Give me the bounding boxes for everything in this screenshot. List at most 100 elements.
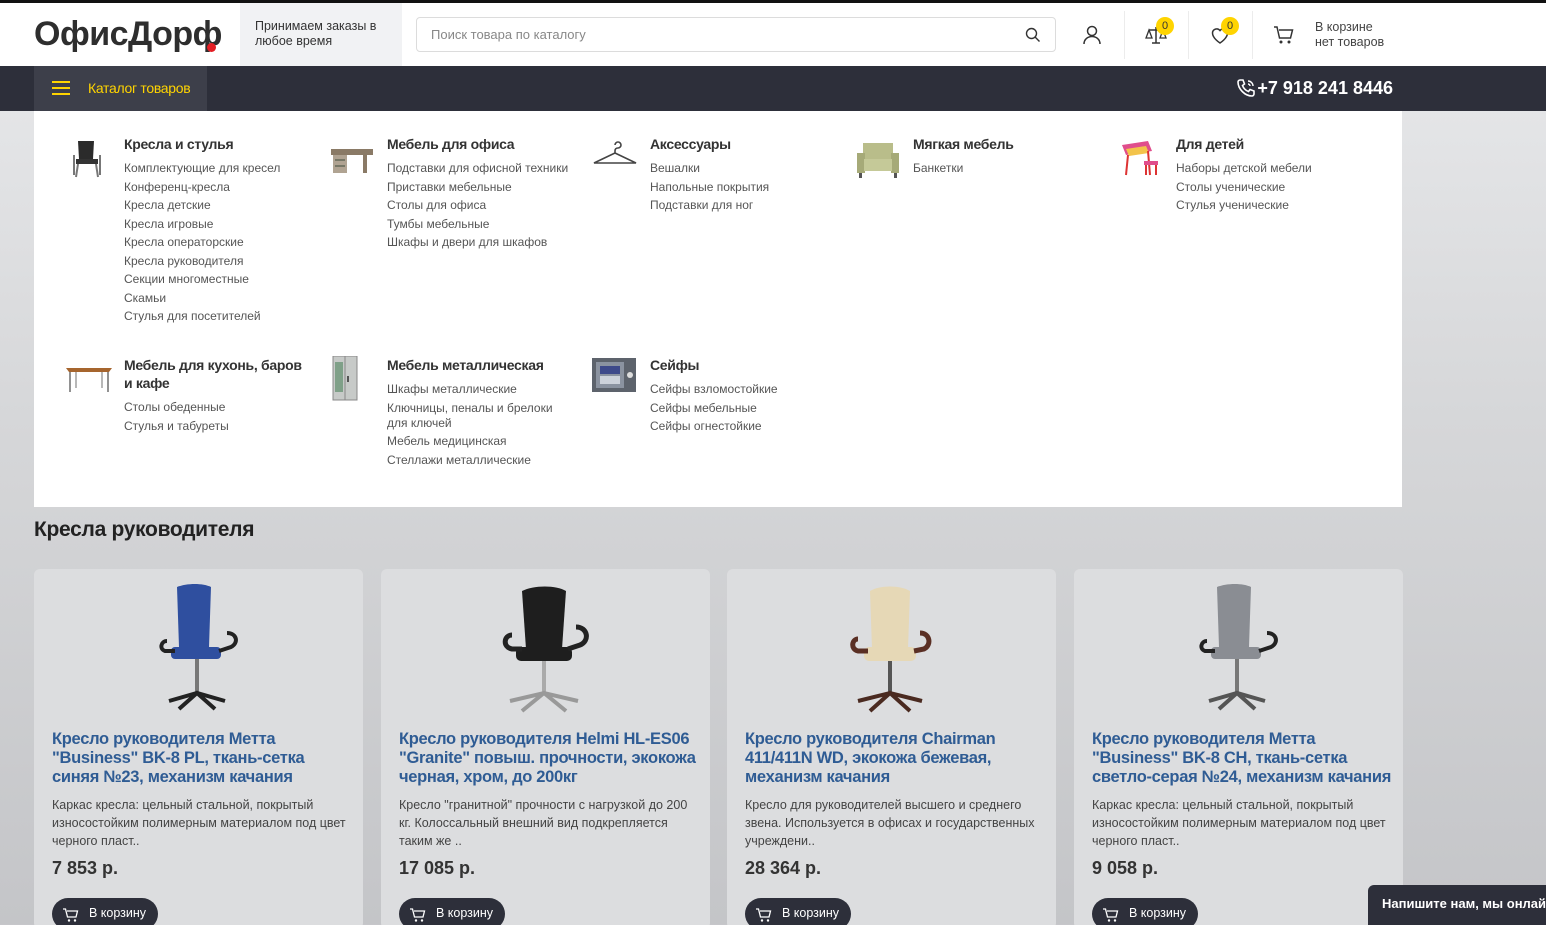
menu-subcategory-link[interactable]: Стулья ученические xyxy=(1176,198,1361,213)
product-image[interactable] xyxy=(1179,583,1299,723)
product-title[interactable]: Кресло руководителя Метта "Business" BK-… xyxy=(52,730,352,787)
site-logo[interactable]: ОфисДорф xyxy=(34,15,222,54)
menu-category-title[interactable]: Мебель металлическая xyxy=(387,356,567,374)
menu-category-title[interactable]: Мебель для офиса xyxy=(387,135,567,153)
menu-subcategory-link[interactable]: Подставки для ног xyxy=(650,198,835,213)
menu-subcategory-link[interactable]: Столы обеденные xyxy=(124,400,309,415)
product-title[interactable]: Кресло руководителя Метта "Business" BK-… xyxy=(1092,730,1392,787)
menu-subcategory-list: Шкафы металлические Ключницы, пеналы и б… xyxy=(387,382,572,471)
menu-subcategory-link[interactable]: Стулья и табуреты xyxy=(124,419,309,434)
phone-number[interactable]: +7 918 241 8446 xyxy=(1257,78,1393,99)
menu-subcategory-link[interactable]: Подставки для офисной техники xyxy=(387,161,572,176)
product-card[interactable]: Кресло руководителя Метта "Business" BK-… xyxy=(1074,569,1403,925)
product-price: 17 085 р. xyxy=(399,858,476,878)
add-to-cart-button[interactable]: В корзину xyxy=(745,898,851,925)
menu-subcategory-link[interactable]: Секции многоместные xyxy=(124,272,309,287)
search-box xyxy=(416,17,1056,52)
product-image[interactable] xyxy=(139,583,259,723)
search-icon[interactable] xyxy=(1025,27,1041,43)
cart-status-line-1: В корзине xyxy=(1315,20,1373,34)
user-icon[interactable] xyxy=(1080,23,1104,47)
menu-subcategory-link[interactable]: Вешалки xyxy=(650,161,835,176)
add-to-cart-label: В корзину xyxy=(89,906,147,920)
menu-subcategory-list: Подставки для офисной техники Приставки … xyxy=(387,161,572,254)
menu-subcategory-link[interactable]: Тумбы мебельные xyxy=(387,217,572,232)
cart-icon xyxy=(756,908,772,922)
menu-subcategory-link[interactable]: Столы для офиса xyxy=(387,198,572,213)
header-divider xyxy=(1188,11,1189,59)
menu-subcategory-link[interactable]: Кресла руководителя xyxy=(124,254,309,269)
product-card[interactable]: Кресло руководителя Helmi HL-ES06 "Grani… xyxy=(381,569,710,925)
menu-subcategory-link[interactable]: Мебель медицинская xyxy=(387,434,572,449)
menu-subcategory-link[interactable]: Кресла операторские xyxy=(124,235,309,250)
hamburger-icon xyxy=(52,81,70,95)
menu-subcategory-link[interactable]: Напольные покрытия xyxy=(650,180,835,195)
dining-table-icon xyxy=(66,368,112,392)
menu-subcategory-link[interactable]: Скамьи xyxy=(124,291,309,306)
menu-subcategory-link[interactable]: Комплектующие для кресел xyxy=(124,161,309,176)
section-title: Кресла руководителя xyxy=(34,518,255,541)
menu-subcategory-list: Банкетки xyxy=(913,161,1098,180)
menu-subcategory-link[interactable]: Сейфы огнестойкие xyxy=(650,419,835,434)
metal-cabinet-icon xyxy=(332,356,358,401)
kids-desk-icon xyxy=(1122,141,1158,176)
menu-category-title[interactable]: Мягкая мебель xyxy=(913,135,1093,153)
menu-subcategory-link[interactable]: Стулья для посетителей xyxy=(124,309,309,324)
search-input[interactable] xyxy=(417,18,997,51)
menu-subcategory-link[interactable]: Кресла детские xyxy=(124,198,309,213)
add-to-cart-button[interactable]: В корзину xyxy=(399,898,505,925)
product-price: 7 853 р. xyxy=(52,858,119,878)
cart-icon xyxy=(410,908,426,922)
menu-subcategory-link[interactable]: Столы ученические xyxy=(1176,180,1361,195)
product-image[interactable] xyxy=(832,583,952,723)
safe-icon xyxy=(592,358,636,392)
menu-subcategory-link[interactable]: Кресла игровые xyxy=(124,217,309,232)
office-desk-icon xyxy=(331,149,373,173)
menu-category-title[interactable]: Для детей xyxy=(1176,135,1356,153)
armchair-icon xyxy=(857,143,899,178)
product-price: 9 058 р. xyxy=(1092,858,1159,878)
cart-status[interactable]: В корзине нет товаров xyxy=(1315,20,1384,50)
product-price: 28 364 р. xyxy=(745,858,822,878)
catalog-mega-menu: Кресла и стулья Комплектующие для кресел… xyxy=(34,111,1402,507)
catalog-button-label: Каталог товаров xyxy=(88,80,191,96)
promo-line-2: любое время xyxy=(255,34,333,48)
product-card[interactable]: Кресло руководителя Метта "Business" BK-… xyxy=(34,569,363,925)
menu-subcategory-link[interactable]: Конференц-кресла xyxy=(124,180,309,195)
product-description: Каркас кресла: цельный стальной, покрыты… xyxy=(1092,798,1386,848)
cart-status-line-2: нет товаров xyxy=(1315,35,1385,49)
promo-banner: Принимаем заказы в любое время xyxy=(240,3,402,66)
product-description: Каркас кресла: цельный стальной, покрыты… xyxy=(52,798,346,848)
menu-subcategory-link[interactable]: Ключницы, пеналы и брелоки для ключей xyxy=(387,401,572,431)
menu-category-title[interactable]: Аксессуары xyxy=(650,135,830,153)
menu-subcategory-link[interactable]: Шкафы металлические xyxy=(387,382,572,397)
add-to-cart-button[interactable]: В корзину xyxy=(1092,898,1198,925)
compare-count-badge: 0 xyxy=(1156,17,1174,35)
add-to-cart-label: В корзину xyxy=(1129,906,1187,920)
menu-subcategory-link[interactable]: Наборы детской мебели xyxy=(1176,161,1361,176)
catalog-button[interactable]: Каталог товаров xyxy=(34,66,207,111)
chat-widget-button[interactable]: Напишите нам, мы онлайн! xyxy=(1368,885,1546,925)
menu-category-title[interactable]: Кресла и стулья xyxy=(124,135,304,153)
product-image[interactable] xyxy=(486,583,606,723)
office-chair-icon xyxy=(73,141,101,178)
product-description: Кресло для руководителей высшего и средн… xyxy=(745,798,1035,848)
header-divider xyxy=(1252,11,1253,59)
product-card[interactable]: Кресло руководителя Chairman 411/411N WD… xyxy=(727,569,1056,925)
promo-line-1: Принимаем заказы в xyxy=(255,19,377,33)
menu-subcategory-link[interactable]: Сейфы взломостойкие xyxy=(650,382,835,397)
menu-subcategory-link[interactable]: Шкафы и двери для шкафов xyxy=(387,235,572,250)
product-title[interactable]: Кресло руководителя Helmi HL-ES06 "Grani… xyxy=(399,730,699,787)
menu-subcategory-link[interactable]: Сейфы мебельные xyxy=(650,401,835,416)
product-title[interactable]: Кресло руководителя Chairman 411/411N WD… xyxy=(745,730,1045,787)
menu-category-title[interactable]: Мебель для кухонь, баров и кафе xyxy=(124,356,304,392)
menu-category-title[interactable]: Сейфы xyxy=(650,356,830,374)
menu-subcategory-link[interactable]: Банкетки xyxy=(913,161,1098,176)
menu-subcategory-link[interactable]: Приставки мебельные xyxy=(387,180,572,195)
menu-subcategory-list: Вешалки Напольные покрытия Подставки для… xyxy=(650,161,835,217)
cart-icon[interactable] xyxy=(1272,23,1296,47)
menu-subcategory-list: Наборы детской мебели Столы ученические … xyxy=(1176,161,1361,217)
menu-subcategory-list: Сейфы взломостойкие Сейфы мебельные Сейф… xyxy=(650,382,835,438)
add-to-cart-button[interactable]: В корзину xyxy=(52,898,158,925)
menu-subcategory-link[interactable]: Стеллажи металлические xyxy=(387,453,572,468)
